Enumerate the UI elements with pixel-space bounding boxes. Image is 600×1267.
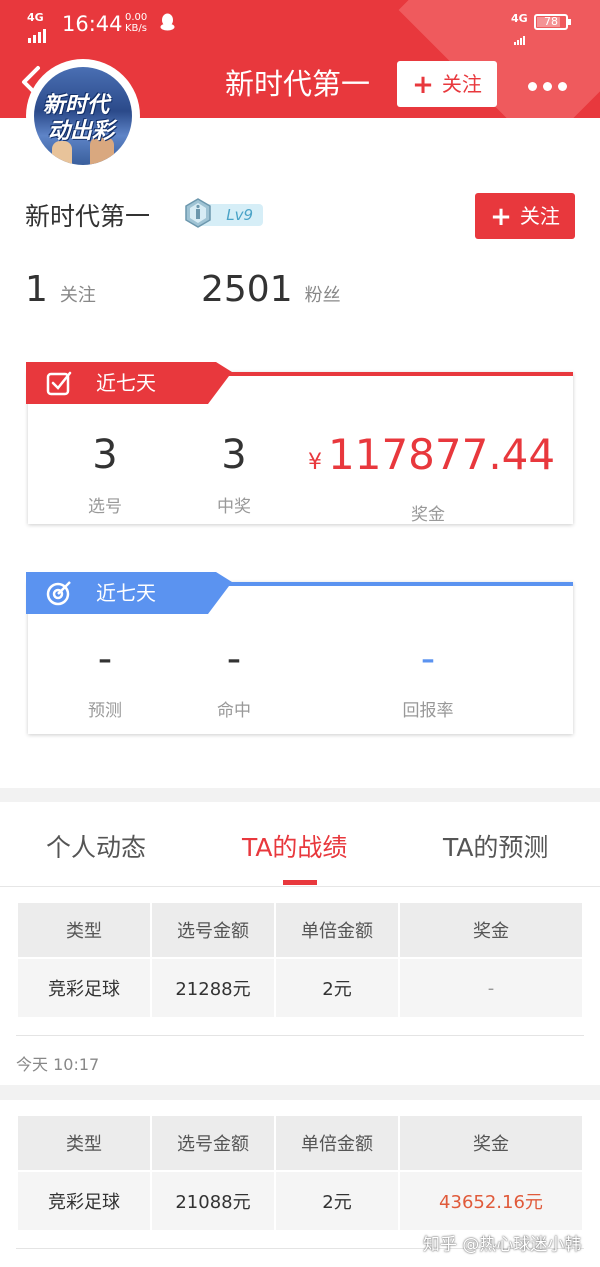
fans-stat-label: 粉丝 xyxy=(304,285,341,306)
level-crystal-icon xyxy=(185,198,211,228)
tab-record[interactable]: TA的战绩 xyxy=(242,828,347,864)
roi-stat: - 回报率 xyxy=(368,634,488,721)
avatar-image: 新时代 动出彩 xyxy=(34,67,132,165)
more-icon[interactable] xyxy=(528,76,573,95)
follow-button[interactable]: + 关注 xyxy=(475,193,575,239)
tab-predictions[interactable]: TA的预测 xyxy=(443,828,548,864)
picks-value: 3 xyxy=(92,432,118,478)
watermark: 知乎 @热心球迷小韩 xyxy=(423,1235,582,1255)
signal-icon-right xyxy=(514,26,526,45)
table-row: 竞彩足球 21088元 2元 43652.16元 xyxy=(18,1172,582,1230)
avatar[interactable]: 新时代 动出彩 xyxy=(26,59,140,173)
col-type: 类型 xyxy=(18,1116,150,1170)
follow-label: 关注 xyxy=(441,72,482,96)
tab-bar: 个人动态 TA的战绩 TA的预测 xyxy=(0,802,600,887)
wins-stat: 3 中奖 xyxy=(194,430,274,517)
record-table: 类型 选号金额 单倍金额 奖金 竞彩足球 21088元 2元 43652.16元 xyxy=(16,1114,584,1232)
follow-label: 关注 xyxy=(519,204,560,228)
avatar-text-2: 动出彩 xyxy=(48,119,115,144)
card-ribbon: 近七天 xyxy=(26,572,232,614)
prize-card: 近七天 3 选号 3 中奖 ¥117877.44 奖金 xyxy=(26,362,573,525)
battery-level: 78 xyxy=(544,15,558,28)
col-pick-amount: 选号金额 xyxy=(152,1116,274,1170)
plus-icon: + xyxy=(412,70,434,100)
profile-section: 新时代第一 Lv9 + 关注 1 关注 2501 粉丝 近七天 3 选号 3 中奖 ¥11… xyxy=(0,118,600,788)
predict-card: 近七天 - 预测 - 命中 - 回报率 xyxy=(26,572,573,734)
wins-value: 3 xyxy=(221,432,247,478)
picks-stat: 3 选号 xyxy=(65,430,145,517)
table-row: 竞彩足球 21288元 2元 - xyxy=(18,959,582,1017)
active-tab-indicator xyxy=(283,880,317,885)
cell-prize: 43652.16元 xyxy=(400,1172,582,1230)
follow-button-header[interactable]: + 关注 xyxy=(397,61,497,107)
col-prize: 奖金 xyxy=(400,1116,582,1170)
follow-stat-label: 关注 xyxy=(59,285,96,306)
picks-label: 选号 xyxy=(88,497,122,517)
hit-stat: - 命中 xyxy=(194,634,274,721)
predict-value: - xyxy=(97,636,113,682)
user-name: 新时代第一 xyxy=(25,202,151,231)
network-label-right: 4G xyxy=(511,12,528,25)
record-table: 类型 选号金额 单倍金额 奖金 竞彩足球 21288元 2元 - xyxy=(16,901,584,1019)
table-header-row: 类型 选号金额 单倍金额 奖金 xyxy=(18,1116,582,1170)
record-item[interactable]: 类型 选号金额 单倍金额 奖金 竞彩足球 21288元 2元 - 今天 10:1… xyxy=(0,887,600,1085)
wins-label: 中奖 xyxy=(217,497,251,517)
cell-unit-amount: 2元 xyxy=(276,1172,398,1230)
page-title: 新时代第一 xyxy=(225,67,371,101)
cell-pick-amount: 21088元 xyxy=(152,1172,274,1230)
prize-label: 奖金 xyxy=(411,505,445,525)
net-speed: 0.00 KB/s xyxy=(125,12,147,34)
signal-icon xyxy=(28,24,48,43)
tab-personal-activity[interactable]: 个人动态 xyxy=(46,828,146,864)
card-title: 近七天 xyxy=(96,371,156,395)
cell-type: 竞彩足球 xyxy=(18,959,150,1017)
battery-icon: 78 xyxy=(534,14,571,30)
roi-value: - xyxy=(420,636,436,682)
cell-unit-amount: 2元 xyxy=(276,959,398,1017)
card-ribbon: 近七天 xyxy=(26,362,232,404)
checkbox-icon xyxy=(46,371,72,396)
roi-label: 回报率 xyxy=(402,701,454,721)
hit-value: - xyxy=(226,636,242,682)
col-unit-amount: 单倍金额 xyxy=(276,903,398,957)
hit-label: 命中 xyxy=(217,701,251,721)
predict-label: 预测 xyxy=(88,701,122,721)
status-bar: 4G 16:44 0.00 KB/s 4G 78 xyxy=(0,0,600,46)
prize-stat: ¥117877.44 奖金 xyxy=(308,430,555,525)
target-icon xyxy=(46,581,71,606)
qq-icon xyxy=(160,13,175,31)
fans-count: 2501 xyxy=(201,269,293,310)
section-divider xyxy=(0,788,600,802)
col-unit-amount: 单倍金额 xyxy=(276,1116,398,1170)
cell-prize: - xyxy=(400,959,582,1017)
network-label: 4G xyxy=(27,11,44,24)
currency-symbol: ¥ xyxy=(308,450,322,475)
table-header-row: 类型 选号金额 单倍金额 奖金 xyxy=(18,903,582,957)
predict-stat: - 预测 xyxy=(65,634,145,721)
divider xyxy=(16,1035,584,1036)
level-badge: Lv9 xyxy=(185,198,263,228)
follow-count: 1 xyxy=(25,269,48,310)
prize-value: ¥117877.44 xyxy=(308,430,555,488)
follow-stat[interactable]: 1 关注 xyxy=(25,270,96,316)
card-title: 近七天 xyxy=(96,581,156,605)
col-prize: 奖金 xyxy=(400,903,582,957)
cell-pick-amount: 21288元 xyxy=(152,959,274,1017)
col-pick-amount: 选号金额 xyxy=(152,903,274,957)
plus-icon: + xyxy=(490,202,512,232)
speed-value: 0.00 xyxy=(125,12,148,23)
fans-stat[interactable]: 2501 粉丝 xyxy=(201,270,341,316)
cell-type: 竞彩足球 xyxy=(18,1172,150,1230)
prize-amount: 117877.44 xyxy=(328,430,556,479)
col-type: 类型 xyxy=(18,903,150,957)
speed-unit: KB/s xyxy=(125,23,147,34)
record-time: 今天 10:17 xyxy=(16,1055,100,1074)
status-time: 16:44 xyxy=(62,12,123,36)
